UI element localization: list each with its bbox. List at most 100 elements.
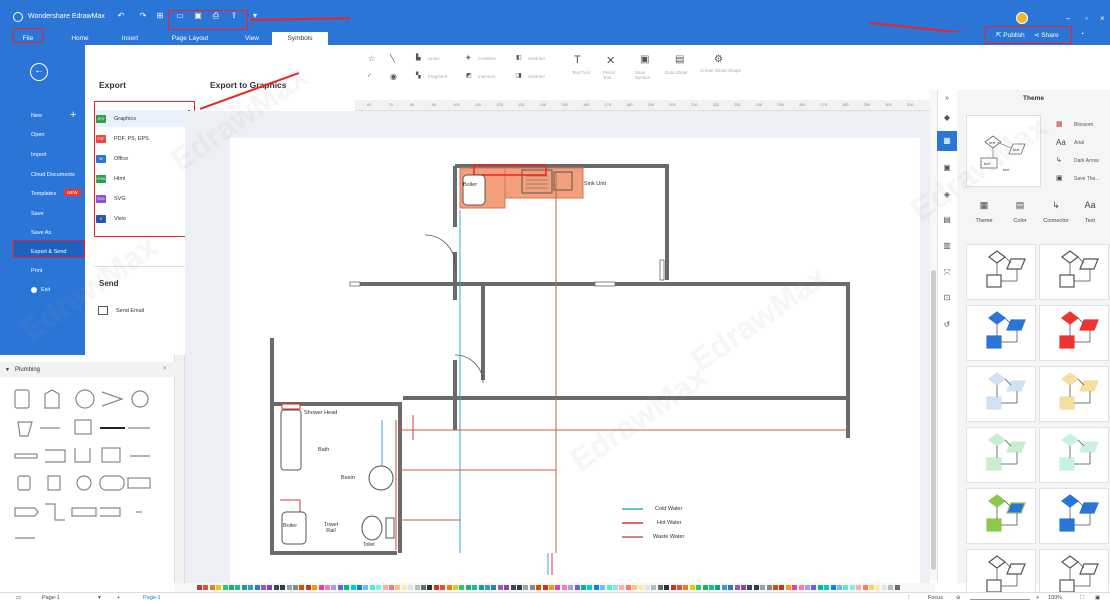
color-swatch[interactable]: [875, 585, 881, 590]
color-swatch[interactable]: [401, 585, 407, 590]
fit-page-icon[interactable]: ⛶: [1080, 595, 1084, 602]
collapse-icon[interactable]: ▼: [5, 367, 10, 373]
focus-label[interactable]: Focus: [928, 595, 943, 601]
color-swatch[interactable]: [286, 585, 292, 590]
theme-style-card[interactable]: [966, 305, 1036, 361]
color-swatch[interactable]: [504, 585, 510, 590]
color-swatch[interactable]: [229, 585, 234, 590]
color-swatch[interactable]: [837, 585, 842, 590]
color-swatch[interactable]: [830, 585, 836, 590]
color-swatch[interactable]: [408, 585, 414, 590]
color-swatch[interactable]: [894, 585, 900, 590]
theme-tab-icon[interactable]: ▦: [972, 200, 996, 211]
page-icon[interactable]: ▤: [942, 215, 952, 225]
color-swatch[interactable]: [657, 585, 663, 590]
color-swatch[interactable]: [446, 585, 452, 590]
color-swatch[interactable]: [728, 585, 734, 590]
color-swatch[interactable]: [248, 585, 254, 590]
theme-style-card[interactable]: [1039, 488, 1109, 544]
color-swatch[interactable]: [849, 585, 855, 590]
color-swatch[interactable]: [209, 585, 215, 590]
color-swatch[interactable]: [497, 585, 503, 590]
color-swatch[interactable]: [824, 585, 830, 590]
page-select[interactable]: Page-1: [42, 595, 60, 601]
color-swatch[interactable]: [222, 585, 228, 590]
color-swatch[interactable]: [536, 585, 542, 590]
color-swatch[interactable]: [619, 585, 625, 590]
color-swatch[interactable]: [683, 585, 689, 590]
color-swatch[interactable]: [273, 585, 279, 590]
color-swatch[interactable]: [331, 585, 337, 590]
color-swatch[interactable]: [312, 585, 318, 590]
plumbing-symbols-grid[interactable]: [0, 380, 175, 550]
zoom-out-icon[interactable]: ⊖: [956, 595, 961, 601]
theme-option-arial[interactable]: Arial: [1074, 140, 1084, 146]
color-swatch[interactable]: [325, 585, 330, 590]
color-swatch[interactable]: [696, 585, 702, 590]
color-swatch[interactable]: [715, 585, 721, 590]
color-swatch[interactable]: [363, 585, 369, 590]
color-swatch[interactable]: [785, 585, 791, 590]
connector-tab[interactable]: Connector: [1036, 218, 1076, 224]
color-swatch[interactable]: [581, 585, 586, 590]
zoom-in-icon[interactable]: +: [1036, 595, 1039, 601]
color-swatch[interactable]: [747, 585, 753, 590]
color-swatch[interactable]: [529, 585, 535, 590]
color-swatch[interactable]: [344, 585, 350, 590]
color-swatch[interactable]: [888, 585, 894, 590]
color-swatch[interactable]: [869, 585, 874, 590]
color-swatch[interactable]: [542, 585, 548, 590]
theme-style-card[interactable]: [966, 488, 1036, 544]
chevron-down-icon[interactable]: ▾: [98, 595, 101, 601]
color-swatch[interactable]: [856, 585, 862, 590]
color-swatch[interactable]: [395, 585, 401, 590]
color-swatch[interactable]: [267, 585, 273, 590]
zoom-slider[interactable]: [970, 599, 1030, 600]
expand-icon[interactable]: »: [942, 94, 952, 104]
color-swatch[interactable]: [465, 585, 471, 590]
color-swatch[interactable]: [421, 585, 426, 590]
color-swatch[interactable]: [472, 585, 478, 590]
color-swatch[interactable]: [478, 585, 484, 590]
color-swatch[interactable]: [485, 585, 490, 590]
theme-option-blossom[interactable]: Blossom: [1074, 122, 1093, 128]
color-swatch[interactable]: [600, 585, 606, 590]
color-swatch[interactable]: [773, 585, 778, 590]
color-swatch[interactable]: [216, 585, 222, 590]
color-swatch[interactable]: [881, 585, 887, 590]
theme-tab[interactable]: Theme: [970, 218, 998, 224]
focus-icon[interactable]: ⁝: [908, 595, 910, 601]
color-swatch[interactable]: [459, 585, 465, 590]
zoom-level[interactable]: 100%: [1048, 595, 1062, 601]
color-swatch[interactable]: [753, 585, 759, 590]
color-swatch[interactable]: [523, 585, 529, 590]
data-icon[interactable]: ▥: [942, 241, 952, 251]
color-swatch[interactable]: [568, 585, 574, 590]
color-swatch[interactable]: [689, 585, 695, 590]
color-swatch[interactable]: [555, 585, 561, 590]
page-tab[interactable]: Page-1: [143, 595, 161, 601]
presentation-icon[interactable]: ⊡: [942, 293, 952, 303]
color-swatch[interactable]: [734, 585, 740, 590]
color-swatch[interactable]: [357, 585, 362, 590]
color-swatch[interactable]: [593, 585, 599, 590]
color-swatch[interactable]: [382, 585, 388, 590]
color-swatch[interactable]: [305, 585, 311, 590]
color-swatch[interactable]: [299, 585, 305, 590]
fit-icon[interactable]: ⤧: [942, 268, 952, 278]
color-swatch[interactable]: [709, 585, 714, 590]
color-swatch[interactable]: [197, 585, 202, 590]
image-icon[interactable]: ▣: [942, 163, 952, 173]
color-swatch[interactable]: [843, 585, 849, 590]
color-tab[interactable]: Color: [1006, 218, 1034, 224]
color-swatch[interactable]: [510, 585, 516, 590]
color-swatch[interactable]: [254, 585, 260, 590]
color-swatch[interactable]: [613, 585, 618, 590]
theme-style-card[interactable]: [1039, 366, 1109, 422]
color-swatch[interactable]: [645, 585, 650, 590]
color-tab-icon[interactable]: ▤: [1008, 200, 1032, 211]
color-swatch[interactable]: [779, 585, 785, 590]
color-swatch[interactable]: [702, 585, 708, 590]
theme-option-dark-arrow[interactable]: Dark Arrow: [1074, 158, 1099, 164]
color-swatch[interactable]: [280, 585, 286, 590]
